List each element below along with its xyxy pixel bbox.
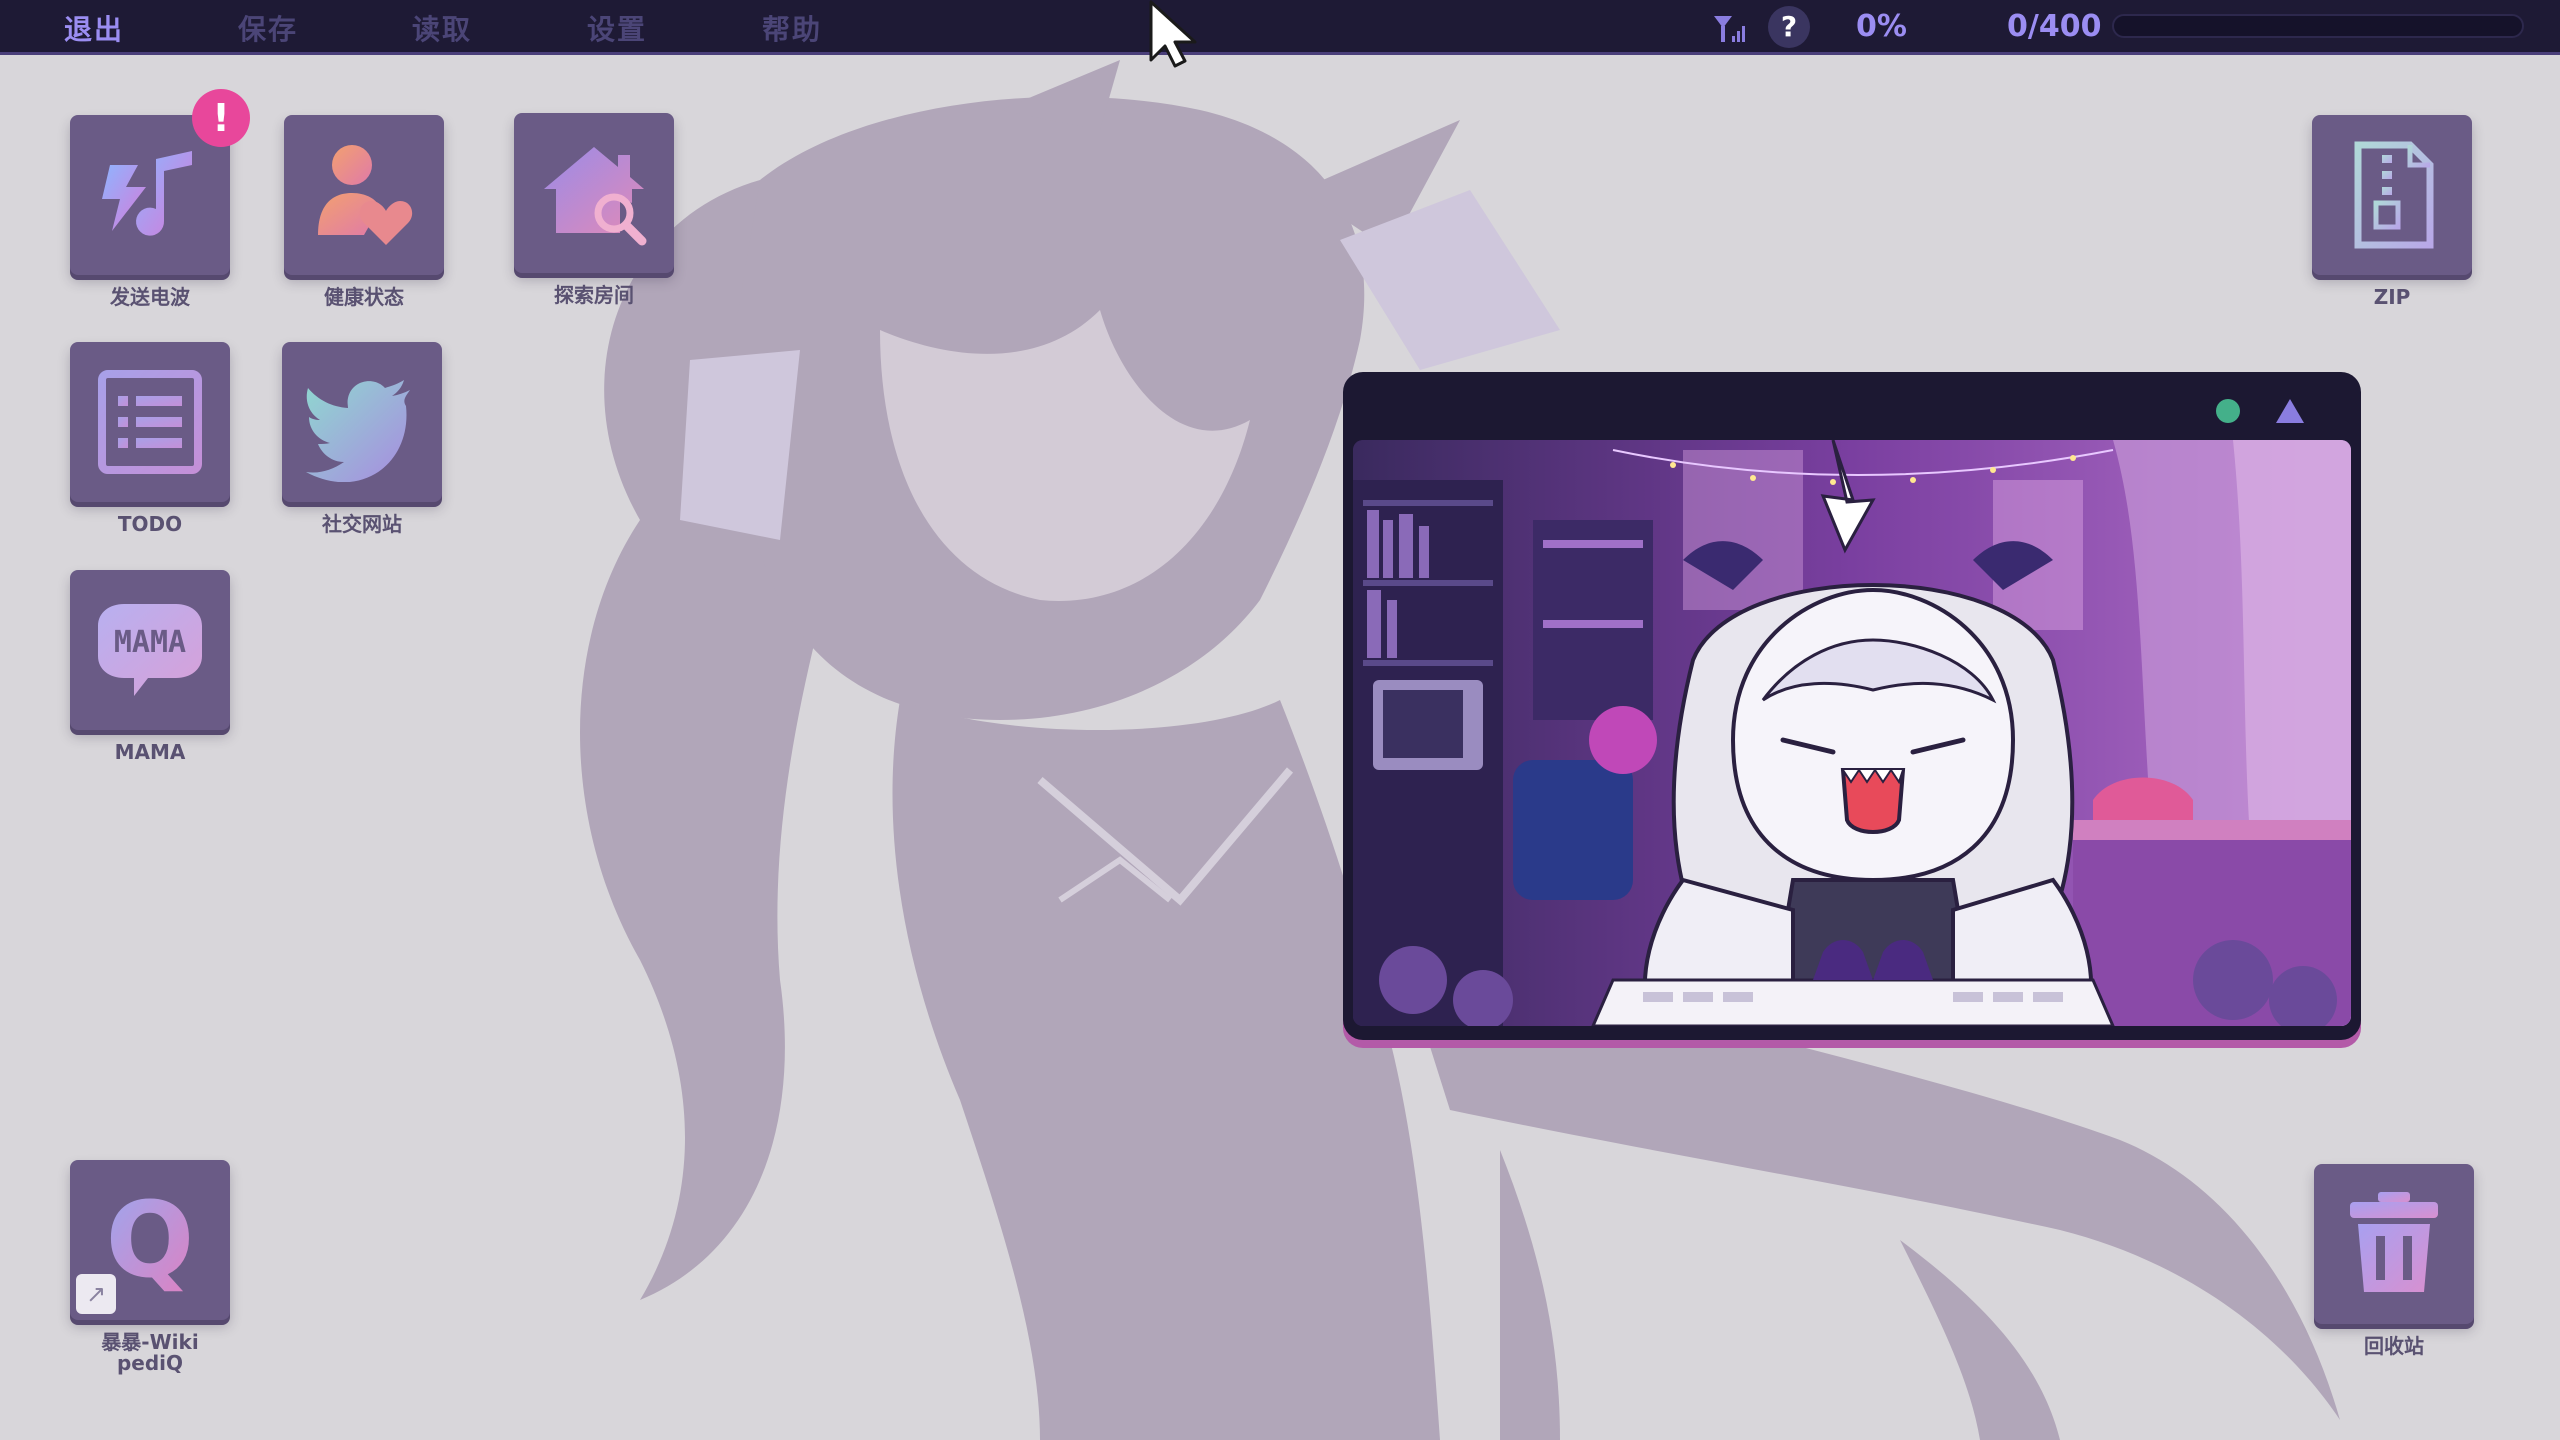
icon-label-line2: pediQ	[116, 1351, 184, 1375]
icon-label-line1: 暴暴-Wiki	[101, 1330, 199, 1354]
icon-label: 社交网站	[322, 512, 402, 536]
follower-count: 0/400	[2007, 9, 2102, 44]
desktop-icon-todo[interactable]: TODO	[60, 342, 240, 535]
svg-text:MAMA: MAMA	[114, 625, 186, 660]
list-icon	[98, 370, 202, 474]
stress-percent: 0%	[1856, 9, 1907, 44]
streamer-room-scene	[1353, 440, 2351, 1026]
signal-icon[interactable]	[1712, 12, 1748, 44]
music-note-bolt-icon	[102, 151, 192, 236]
icon-label: 回收站	[2364, 1334, 2424, 1358]
icon-label: MAMA	[114, 740, 186, 764]
icon-label: 发送电波	[110, 285, 190, 309]
person-heart-icon	[318, 145, 413, 245]
icon-label: 健康状态	[324, 285, 404, 309]
menu-settings[interactable]: 设置	[587, 8, 647, 48]
stream-view	[1353, 440, 2351, 1026]
menu-load[interactable]: 读取	[412, 8, 472, 48]
desktop-icon-health-status[interactable]: 健康状态	[274, 115, 454, 308]
svg-text:Q: Q	[106, 1180, 194, 1300]
follower-progress-bar	[2112, 14, 2524, 38]
mouse-cursor-icon	[1149, 0, 1197, 68]
desktop-icon-explore-room[interactable]: 探索房间	[504, 113, 684, 306]
help-icon[interactable]: ?	[1768, 6, 1810, 48]
house-search-icon	[544, 147, 647, 246]
trash-icon	[2350, 1192, 2438, 1292]
window-collapse-icon[interactable]	[2274, 397, 2306, 425]
desktop-icon-send-wave[interactable]: ! 发送电波	[60, 89, 250, 309]
notification-badge: !	[192, 89, 250, 147]
chat-bubble-icon: MAMA	[98, 604, 202, 696]
top-menu-bar: 退出 保存 读取 设置 帮助 ? 0% 0/400	[0, 0, 2560, 55]
bird-icon	[306, 380, 410, 482]
zip-file-icon	[2354, 141, 2434, 249]
menu-exit[interactable]: 退出	[64, 8, 124, 48]
icon-label: TODO	[117, 512, 183, 536]
desktop-icon-recycle-bin[interactable]: 回收站	[2304, 1164, 2484, 1357]
shortcut-arrow-icon: ↗	[76, 1274, 116, 1314]
desktop-icon-wiki[interactable]: Q ↗ 暴暴-Wiki pediQ	[60, 1160, 240, 1374]
menu-help[interactable]: 帮助	[762, 8, 822, 48]
desktop-icon-mama[interactable]: MAMA MAMA	[60, 570, 240, 763]
menu-save[interactable]: 保存	[238, 8, 298, 48]
icon-label: ZIP	[2373, 285, 2411, 309]
desktop-icon-social-site[interactable]: 社交网站	[272, 342, 452, 535]
icon-label: 探索房间	[554, 283, 634, 307]
window-status-dot	[2216, 399, 2240, 423]
desktop-icon-zip[interactable]: ZIP	[2302, 115, 2482, 308]
